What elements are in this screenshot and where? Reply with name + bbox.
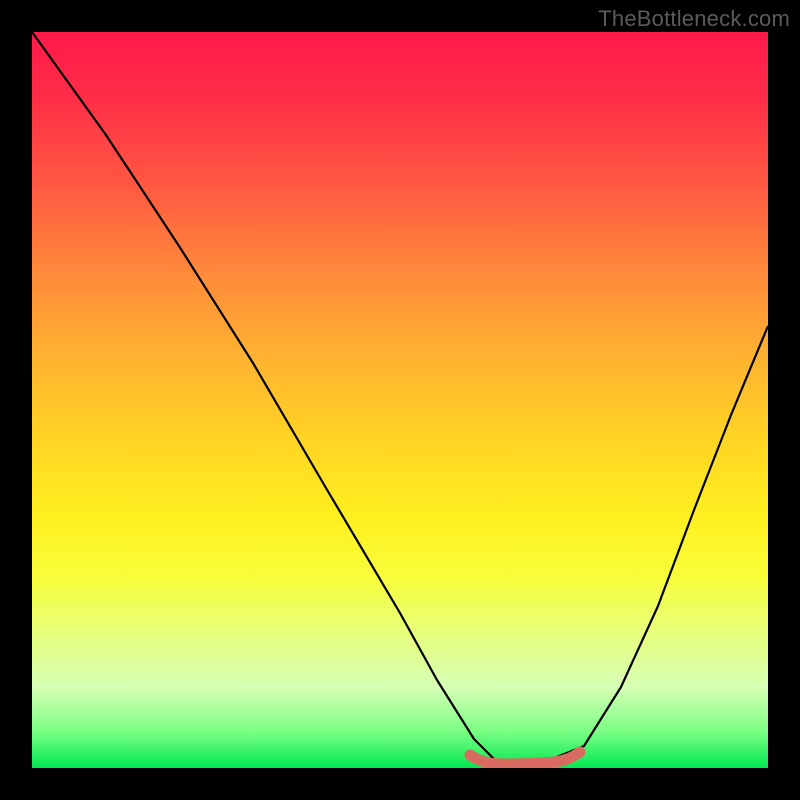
- plot-area: [32, 32, 768, 768]
- chart-frame: TheBottleneck.com: [0, 0, 800, 800]
- curve-path: [32, 32, 768, 761]
- bottleneck-curve: [32, 32, 768, 768]
- watermark-text: TheBottleneck.com: [598, 6, 790, 32]
